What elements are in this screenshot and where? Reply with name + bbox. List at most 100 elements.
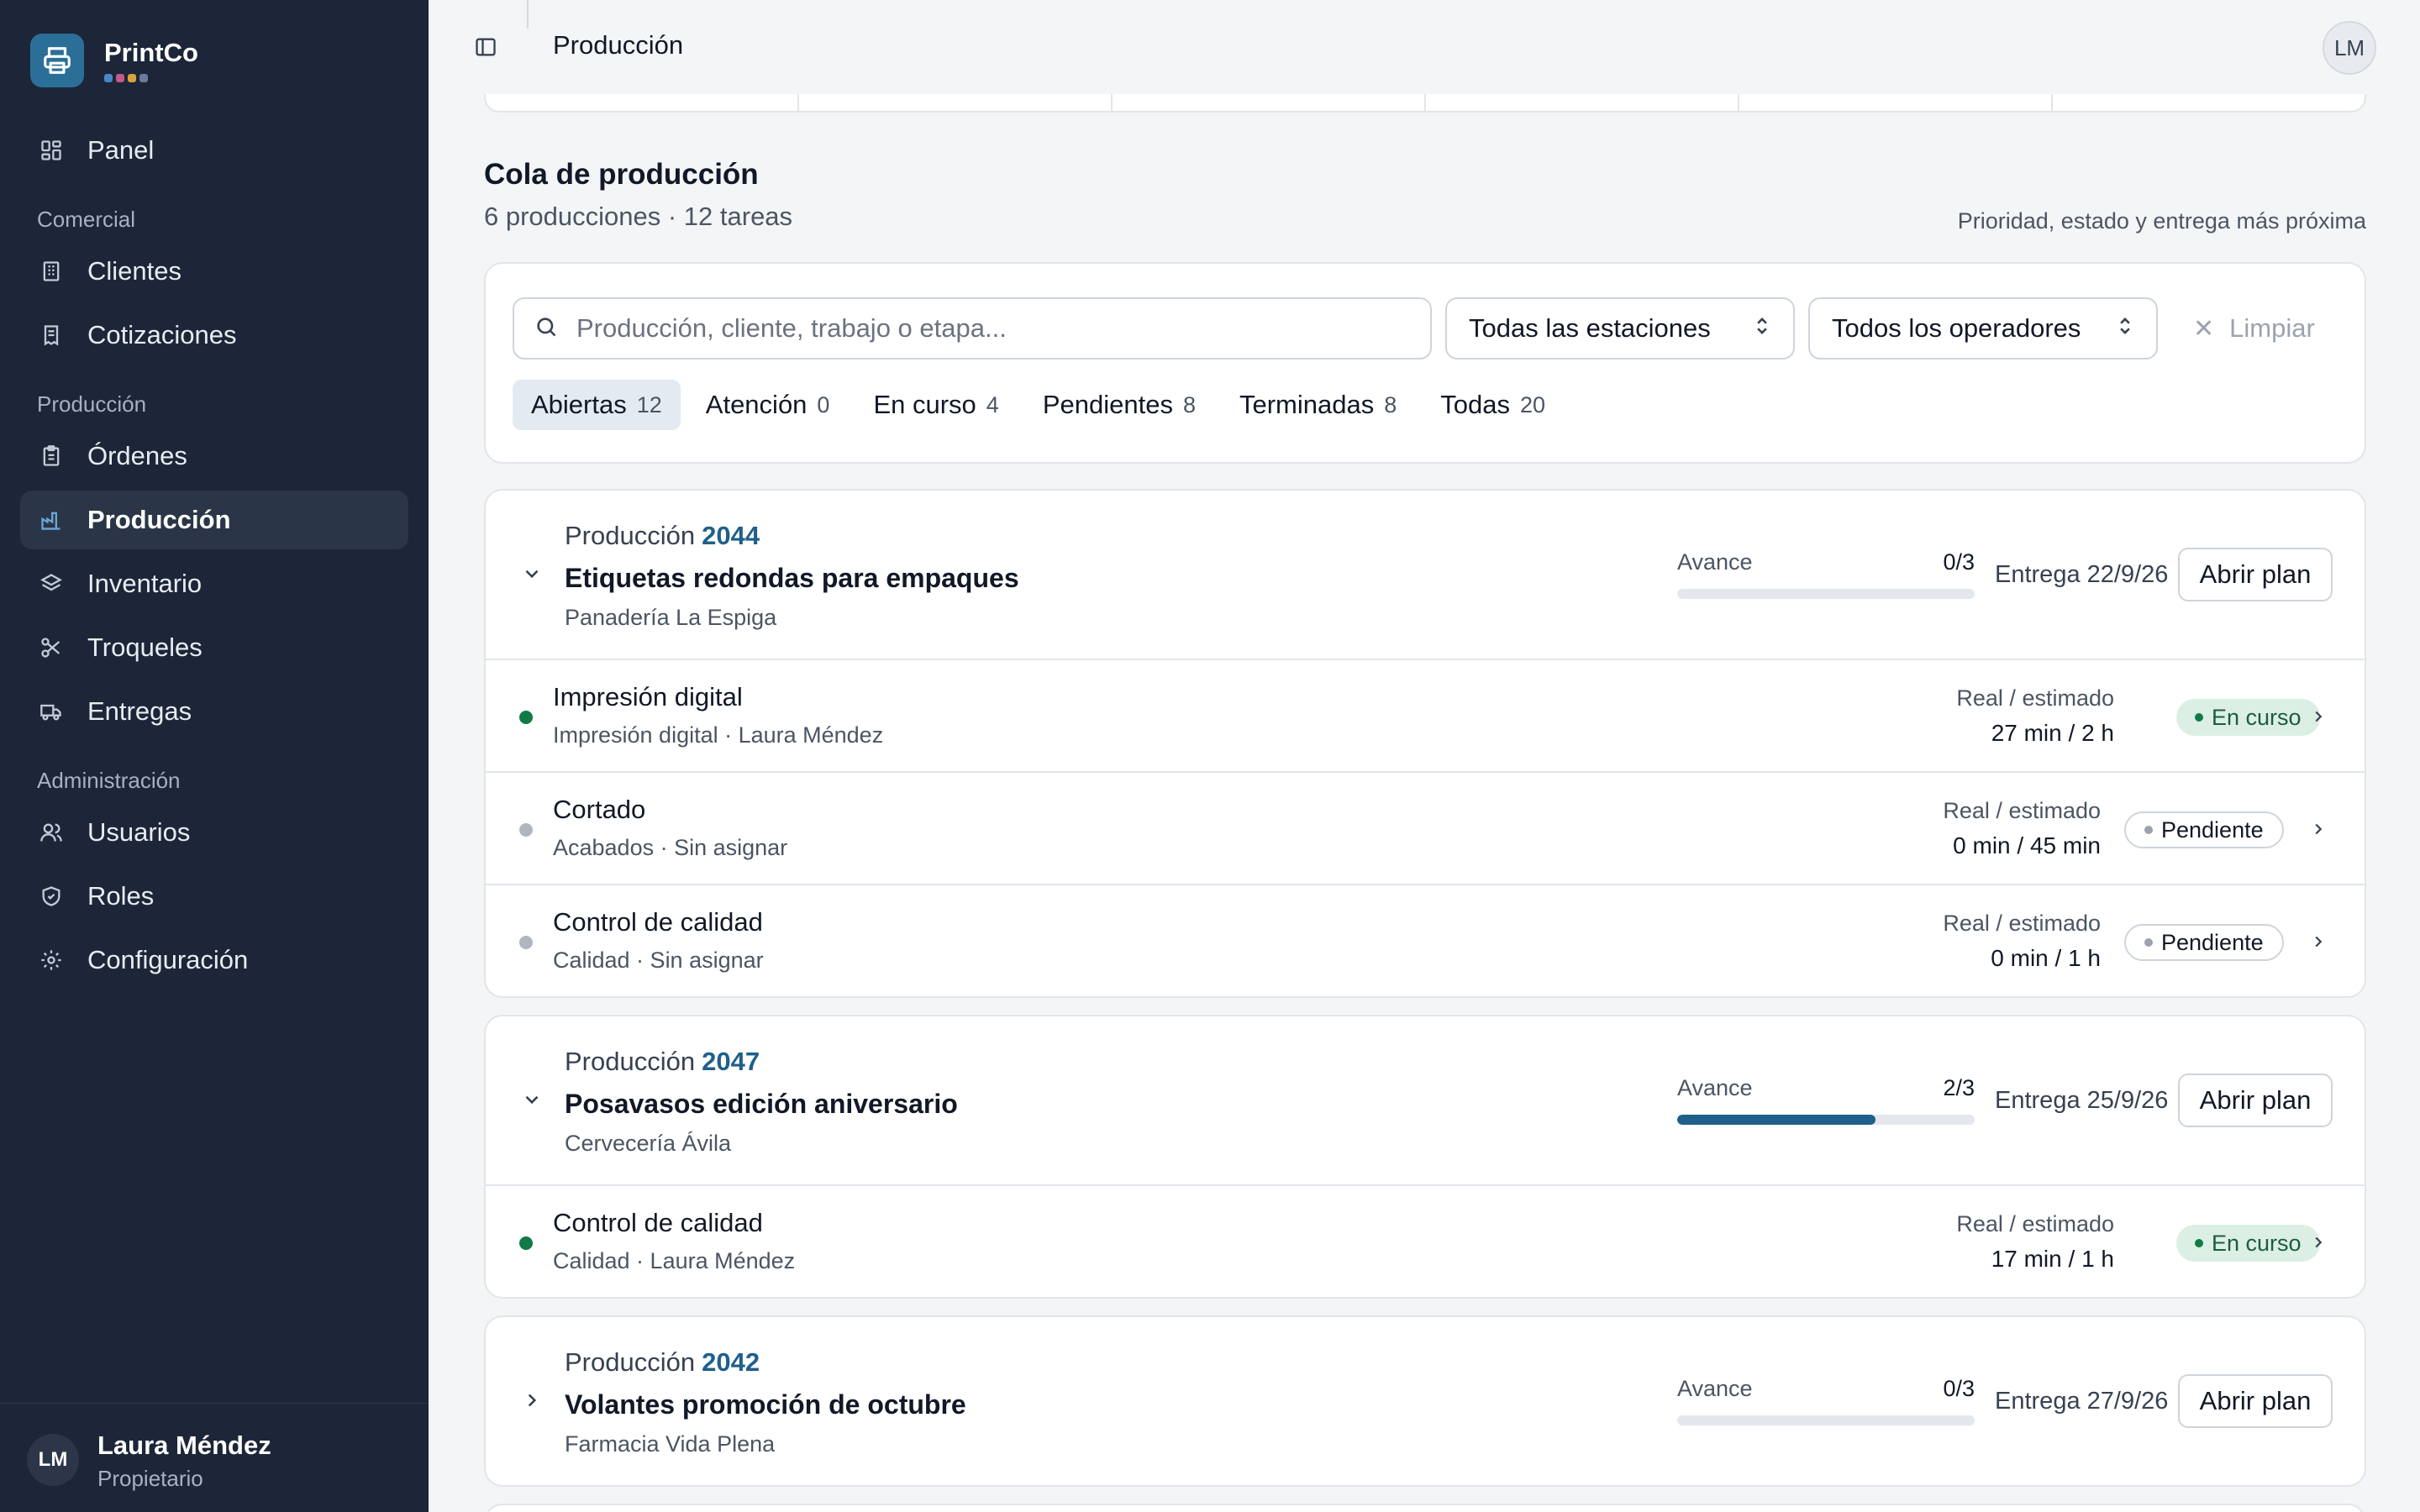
progress-count: 0/3	[1943, 549, 1975, 575]
tab-terminadas[interactable]: Terminadas 8	[1221, 380, 1415, 430]
progress-count: 2/3	[1943, 1075, 1975, 1100]
brand-dot	[128, 73, 136, 82]
sidebar-item-label: Troqueles	[87, 633, 203, 662]
status-badge-label: Pendiente	[2161, 816, 2264, 843]
shield-icon	[39, 884, 64, 909]
operator-select[interactable]: Todos los operadores	[1808, 297, 2158, 360]
tab-count: 8	[1182, 391, 1196, 417]
nav-section-produccion: Producción	[37, 391, 147, 417]
chevron-right-icon[interactable]	[2307, 818, 2329, 840]
progress-label: Avance	[1677, 1075, 1753, 1100]
tab-count: 8	[1384, 391, 1397, 417]
sidebar-item-entregas[interactable]: Entregas	[20, 682, 408, 741]
chevron-right-icon[interactable]	[519, 1388, 544, 1413]
chevron-right-icon[interactable]	[2307, 706, 2329, 727]
sidebar-item-ordenes[interactable]: Órdenes	[20, 427, 408, 486]
progress-track	[1677, 1415, 1975, 1425]
time-label: Real / estimado	[1943, 798, 2101, 823]
production-header[interactable]: Producción 2042 Volantes promoción de oct…	[486, 1317, 2365, 1485]
brand-dot	[104, 73, 113, 82]
tab-pendientes[interactable]: Pendientes 8	[1024, 380, 1214, 430]
open-plan-button[interactable]: Abrir plan	[2178, 1374, 2333, 1428]
tab-count: 4	[986, 391, 999, 417]
status-dot	[519, 711, 533, 724]
sidebar-item-clientes[interactable]: Clientes	[20, 242, 408, 301]
tab-atencion[interactable]: Atención 0	[687, 380, 849, 430]
tab-count: 20	[1520, 391, 1546, 417]
sidebar-item-configuracion[interactable]: Configuración	[20, 931, 408, 990]
avatar[interactable]: LM	[2323, 21, 2376, 75]
brand[interactable]: PrintCo	[30, 34, 198, 87]
open-plan-button[interactable]: Abrir plan	[2178, 548, 2333, 601]
production-card: Producción 2044 Etiquetas redondas para e…	[484, 489, 2366, 998]
delivery-date: Entrega 22/9/26	[1995, 561, 2169, 588]
sidebar-item-cotizaciones[interactable]: Cotizaciones	[20, 306, 408, 365]
chevron-down-icon[interactable]	[519, 561, 544, 586]
production-client: Cervecería Ávila	[565, 1131, 732, 1156]
tab-label: Terminadas	[1239, 390, 1375, 419]
sidebar: PrintCo Panel Comercial Clientes Cotizac…	[0, 0, 429, 1512]
status-dot	[519, 936, 533, 949]
tab-count: 12	[636, 391, 662, 417]
sidebar-item-label: Clientes	[87, 256, 182, 286]
chevron-up-down-icon	[1753, 313, 1771, 344]
sidebar-item-label: Cotizaciones	[87, 320, 237, 349]
truck-icon	[39, 699, 64, 724]
status-badge: Pendiente	[2124, 811, 2284, 848]
search-input[interactable]	[576, 313, 1383, 344]
user-menu[interactable]: LM Laura Méndez Propietario	[0, 1403, 429, 1512]
tab-label: Abiertas	[531, 390, 627, 419]
chevron-right-icon[interactable]	[2307, 1231, 2329, 1253]
task-row[interactable]: Impresión digital Impresión digital · La…	[486, 659, 2365, 771]
sidebar-item-troqueles[interactable]: Troqueles	[20, 618, 408, 677]
task-row[interactable]: Cortado Acabados · Sin asignar Real / es…	[486, 771, 2365, 884]
task-row[interactable]: Control de calidad Calidad · Laura Ménde…	[486, 1184, 2365, 1297]
status-badge-label: En curso	[2212, 704, 2302, 730]
sidebar-item-label: Producción	[87, 505, 231, 534]
search-field[interactable]	[513, 297, 1432, 360]
production-card	[484, 1504, 2366, 1512]
tab-todas[interactable]: Todas 20	[1422, 380, 1564, 430]
production-header[interactable]: Producción 2044 Etiquetas redondas para e…	[486, 491, 2365, 659]
sidebar-item-roles[interactable]: Roles	[20, 867, 408, 926]
task-row[interactable]: Control de calidad Calidad · Sin asignar…	[486, 884, 2365, 996]
status-dot	[519, 1236, 533, 1250]
production-header[interactable]: Producción 2047 Posavasos edición anivers…	[486, 1016, 2365, 1184]
task-meta: Calidad · Laura Méndez	[553, 1248, 796, 1273]
station-select[interactable]: Todas las estaciones	[1445, 297, 1795, 360]
task-meta: Acabados · Sin asignar	[553, 835, 788, 860]
clear-filters-button[interactable]: ✕ Limpiar	[2193, 306, 2315, 351]
tab-abiertas[interactable]: Abiertas 12	[513, 380, 681, 430]
task-meta: Calidad · Sin asignar	[553, 948, 764, 973]
time-value: 17 min / 1 h	[1991, 1246, 2114, 1272]
progress: Avance 0/3	[1677, 549, 1975, 599]
production-number[interactable]: 2044	[702, 521, 760, 550]
sidebar-item-panel[interactable]: Panel	[20, 121, 408, 180]
sidebar-item-label: Roles	[87, 881, 155, 911]
sidebar-item-usuarios[interactable]: Usuarios	[20, 803, 408, 862]
printer-icon	[30, 34, 84, 87]
nav-section-administracion: Administración	[37, 768, 181, 793]
production-label: Producción 2042	[565, 1347, 760, 1378]
open-plan-button[interactable]: Abrir plan	[2178, 1074, 2333, 1127]
progress-track	[1677, 1115, 1975, 1125]
brand-dots	[104, 73, 198, 82]
sidebar-item-inventario[interactable]: Inventario	[20, 554, 408, 613]
progress-label: Avance	[1677, 1376, 1753, 1401]
progress-count: 0/3	[1943, 1376, 1975, 1401]
progress-fill	[1677, 1115, 1876, 1125]
task-time: Real / estimado 0 min / 45 min	[1943, 798, 2101, 859]
chevron-right-icon[interactable]	[2307, 931, 2329, 953]
sidebar-item-produccion[interactable]: Producción	[20, 491, 408, 549]
production-number[interactable]: 2042	[702, 1347, 760, 1377]
sort-description: Prioridad, estado y entrega más próxima	[1957, 208, 2366, 234]
production-number[interactable]: 2047	[702, 1047, 760, 1076]
sidebar-toggle-icon[interactable]	[469, 30, 502, 64]
tab-en-curso[interactable]: En curso 4	[855, 380, 1017, 430]
status-badge: Pendiente	[2124, 924, 2284, 961]
task-name: Cortado	[553, 795, 646, 824]
tab-count: 0	[817, 391, 830, 417]
queue-subtitle: 6 producciones · 12 tareas	[484, 202, 793, 231]
production-card: Producción 2047 Posavasos edición anivers…	[484, 1015, 2366, 1299]
chevron-down-icon[interactable]	[519, 1087, 544, 1112]
